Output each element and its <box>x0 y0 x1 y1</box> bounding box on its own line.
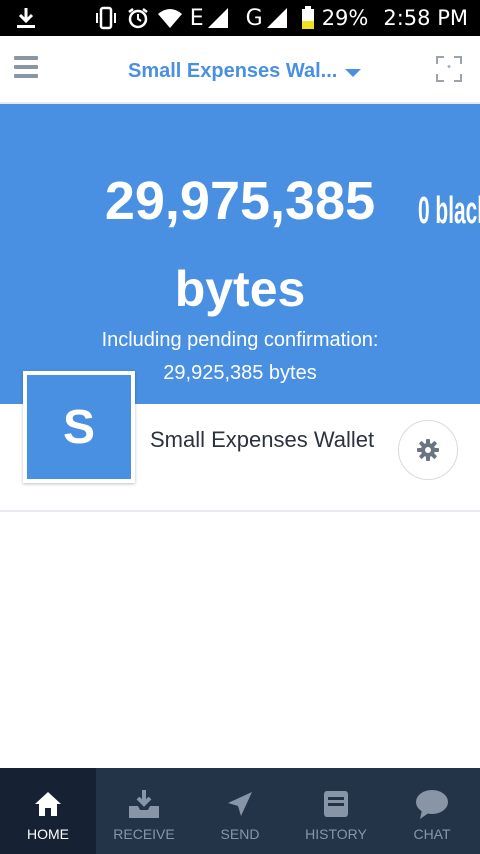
history-icon <box>324 791 348 817</box>
receive-icon <box>129 790 159 818</box>
wallet-selector[interactable]: Small Expenses Wal... <box>128 60 362 83</box>
gear-icon <box>417 439 439 461</box>
balance-unit: bytes <box>174 261 306 317</box>
alarm-icon <box>127 8 148 29</box>
tab-receive-label: RECEIVE <box>113 826 175 842</box>
tab-receive[interactable]: RECEIVE <box>96 768 192 854</box>
clock: 2:58 PM <box>383 6 468 30</box>
pending-label: Including pending confirmation: <box>101 329 379 351</box>
tab-chat[interactable]: CHAT <box>384 768 480 854</box>
network-type-g: G <box>245 5 263 31</box>
status-bar: E G 29% 2:58 PM <box>0 0 480 36</box>
tab-home-label: HOME <box>27 826 69 842</box>
tab-home[interactable]: HOME <box>0 768 96 854</box>
network-type-e: E <box>189 5 204 31</box>
menu-icon[interactable] <box>14 56 38 80</box>
tab-chat-label: CHAT <box>413 826 451 842</box>
download-icon <box>17 8 35 28</box>
tab-send[interactable]: SEND <box>192 768 288 854</box>
bottom-nav: HOME RECEIVE SEND HISTORY CHAT <box>0 768 480 854</box>
battery-percent: 29% <box>321 6 369 30</box>
wallet-selector-title: Small Expenses Wal... <box>128 60 338 82</box>
top-bar: Small Expenses Wal... <box>0 36 480 104</box>
home-icon <box>35 792 61 816</box>
tab-history-label: HISTORY <box>305 826 367 842</box>
chevron-down-icon <box>345 68 362 77</box>
scan-icon[interactable] <box>436 56 462 82</box>
tab-history[interactable]: HISTORY <box>288 768 384 854</box>
wallet-avatar: S <box>23 371 135 483</box>
signal-icon-2 <box>266 8 287 28</box>
battery-icon <box>301 6 314 29</box>
send-icon <box>228 792 252 816</box>
wallet-settings-button[interactable] <box>398 420 458 480</box>
balance-panel: 29,975,385 0 black bytes Including pendi… <box>0 104 480 404</box>
signal-icon-1 <box>207 8 228 28</box>
vibrate-icon <box>95 6 116 30</box>
tab-send-label: SEND <box>220 826 260 842</box>
chat-icon <box>416 790 448 819</box>
balance-ticker: 0 black <box>418 190 480 232</box>
divider <box>0 510 480 512</box>
wallet-name: Small Expenses Wallet <box>150 427 375 452</box>
balance-amount: 29,975,385 <box>104 171 376 231</box>
wifi-icon <box>157 9 182 28</box>
